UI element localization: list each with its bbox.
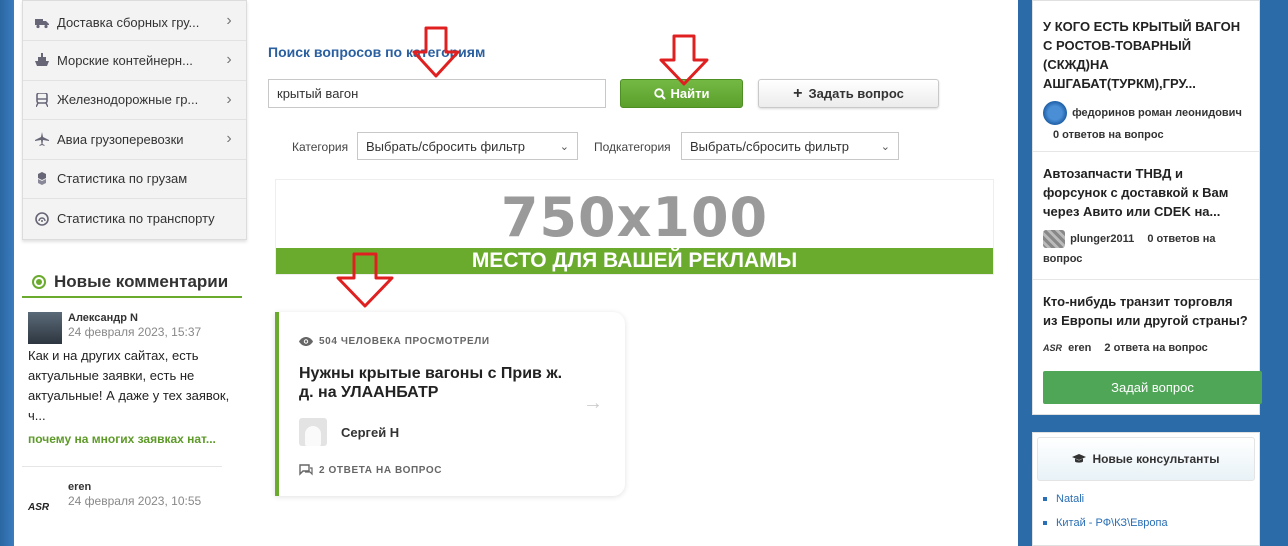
chevron-right-icon: › bbox=[226, 90, 232, 108]
arrow-down-icon bbox=[659, 34, 709, 86]
new-comments-title: Новые комментарии bbox=[54, 272, 229, 291]
list-item[interactable]: Natali bbox=[1043, 487, 1259, 511]
new-consultants-header: Новые консультанты bbox=[1037, 437, 1255, 481]
tachometer-icon bbox=[35, 211, 49, 226]
consultants-list: Natali Китай - РФ\КЗ\Европа bbox=[1033, 481, 1259, 535]
menu-item-label: Морские контейнерн... bbox=[57, 52, 193, 68]
recent-question-meta: plunger2011 0 ответов на вопрос bbox=[1043, 229, 1249, 269]
recent-question-author[interactable]: федоринов роман леонидович bbox=[1072, 107, 1242, 119]
left-sidebar: Доставка сборных гру... › Морские контей… bbox=[14, 0, 254, 546]
recent-question-author[interactable]: plunger2011 bbox=[1070, 233, 1134, 245]
menu-item-sea-containers[interactable]: Морские контейнерн... › bbox=[23, 41, 246, 81]
arrow-down-icon bbox=[336, 252, 394, 308]
recent-question-item[interactable]: Кто-нибудь транзит торговля из Европы ил… bbox=[1033, 280, 1259, 368]
chevron-right-icon: › bbox=[226, 12, 232, 29]
comment-date: 24 февраля 2023, 10:55 bbox=[68, 494, 202, 508]
avatar[interactable]: ASR bbox=[28, 491, 62, 513]
menu-item-label: Статистика по грузам bbox=[57, 171, 188, 187]
recent-question-item[interactable]: Автозапчасти ТНВД и форсунок с доставкой… bbox=[1033, 152, 1259, 280]
menu-item-label: Железнодорожные гр... bbox=[57, 92, 199, 108]
recent-question-title[interactable]: Кто-нибудь транзит торговля из Европы ил… bbox=[1043, 292, 1249, 330]
comment-date: 24 февраля 2023, 15:37 bbox=[68, 325, 202, 339]
recent-questions-widget: У КОГО ЕСТЬ КРЫТЫЙ ВАГОН С РОСТОВ-ТОВАРН… bbox=[1032, 0, 1262, 415]
question-author[interactable]: Сергей Н bbox=[299, 418, 399, 446]
comment-item: ASR eren 24 февраля 2023, 10:55 bbox=[22, 467, 242, 513]
avatar bbox=[1043, 230, 1065, 249]
scrollbar[interactable] bbox=[1274, 0, 1288, 546]
main-content: Поиск вопросов по категориям Найти + Зад… bbox=[254, 0, 1018, 546]
recent-question-answers: 0 ответов на вопрос bbox=[1053, 129, 1164, 141]
eye-icon bbox=[299, 337, 313, 346]
question-answers: 2 ОТВЕТА НА ВОПРОС bbox=[299, 464, 442, 476]
list-item[interactable]: Китай - РФ\КЗ\Европа bbox=[1043, 511, 1259, 535]
radio-dot-icon bbox=[32, 275, 46, 289]
graduation-cap-icon bbox=[1072, 454, 1087, 463]
question-views: 504 ЧЕЛОВЕКА ПРОСМОТРЕЛИ bbox=[299, 336, 490, 347]
ship-icon bbox=[35, 53, 49, 67]
comment-item: Александр N 24 февраля 2023, 15:37 Как и… bbox=[22, 298, 242, 448]
avatar[interactable] bbox=[28, 312, 62, 344]
plane-icon bbox=[35, 132, 49, 147]
chevron-down-icon: ⌄ bbox=[880, 140, 890, 153]
menu-item-label: Статистика по транспорту bbox=[57, 211, 215, 227]
menu-item-consolidated-cargo[interactable]: Доставка сборных гру... › bbox=[23, 1, 246, 41]
category-menu: Доставка сборных гру... › Морские контей… bbox=[22, 0, 247, 240]
new-consultants-title: Новые консультанты bbox=[1092, 452, 1220, 466]
plus-icon: + bbox=[793, 84, 803, 102]
recent-question-author[interactable]: eren bbox=[1068, 342, 1091, 354]
new-comments-header: Новые комментарии bbox=[22, 268, 242, 298]
question-title[interactable]: Нужны крытые вагоны с Прив ж. д. на УЛАА… bbox=[299, 364, 569, 402]
subcategory-label: Подкатегория bbox=[594, 140, 671, 154]
comment-question-link[interactable]: почему на многих заявках нат... bbox=[28, 430, 242, 448]
comment-author[interactable]: Александр N bbox=[68, 312, 201, 324]
search-icon bbox=[653, 87, 666, 100]
recent-question-meta: ASR eren 2 ответа на вопрос bbox=[1043, 338, 1249, 358]
search-input[interactable] bbox=[268, 79, 606, 108]
avatar bbox=[1043, 101, 1067, 125]
ad-banner-size: 750x100 bbox=[500, 186, 769, 249]
right-sidebar: У КОГО ЕСТЬ КРЫТЫЙ ВАГОН С РОСТОВ-ТОВАРН… bbox=[1018, 0, 1274, 546]
chevron-right-icon: › bbox=[226, 51, 232, 69]
category-select[interactable]: Выбрать/сбросить фильтр ⌄ bbox=[357, 132, 578, 160]
menu-item-label: Авиа грузоперевозки bbox=[57, 131, 184, 147]
question-author-name: Сергей Н bbox=[341, 424, 400, 440]
page-background-left bbox=[0, 0, 14, 546]
question-card[interactable]: 504 ЧЕЛОВЕКА ПРОСМОТРЕЛИ Нужны крытые ва… bbox=[275, 312, 625, 496]
avatar: ASR bbox=[1043, 343, 1063, 353]
recent-question-answers: 2 ответа на вопрос bbox=[1104, 342, 1208, 354]
cubes-icon bbox=[35, 172, 49, 186]
arrow-right-icon[interactable]: → bbox=[583, 392, 603, 415]
menu-item-label: Доставка сборных гру... bbox=[57, 15, 200, 30]
subcategory-select-value: Выбрать/сбросить фильтр bbox=[690, 138, 849, 154]
truck-icon bbox=[35, 16, 49, 30]
comment-text: Как и на других сайтах, есть актуальные … bbox=[28, 348, 230, 423]
menu-item-cargo-stats[interactable]: Статистика по грузам bbox=[23, 160, 246, 199]
find-button-label: Найти bbox=[670, 86, 710, 101]
ask-question-button[interactable]: + Задать вопрос bbox=[758, 79, 939, 108]
subcategory-select[interactable]: Выбрать/сбросить фильтр ⌄ bbox=[681, 132, 899, 160]
avatar bbox=[299, 418, 327, 446]
menu-item-transport-stats[interactable]: Статистика по транспорту bbox=[23, 199, 246, 239]
menu-item-air-freight[interactable]: Авиа грузоперевозки › bbox=[23, 120, 246, 160]
recent-question-title[interactable]: Автозапчасти ТНВД и форсунок с доставкой… bbox=[1043, 164, 1249, 221]
comments-icon bbox=[299, 464, 313, 476]
ask-question-label: Задать вопрос bbox=[808, 86, 904, 101]
menu-item-railway[interactable]: Железнодорожные гр... › bbox=[23, 81, 246, 120]
question-answers-text: 2 ОТВЕТА НА ВОПРОС bbox=[319, 464, 443, 476]
train-icon bbox=[35, 92, 49, 107]
comment-author[interactable]: eren bbox=[68, 481, 201, 493]
new-consultants-widget: Новые консультанты Natali Китай - РФ\КЗ\… bbox=[1032, 432, 1260, 546]
recent-question-meta: федоринов роман леонидович 0 ответов на … bbox=[1043, 101, 1249, 145]
category-select-value: Выбрать/сбросить фильтр bbox=[366, 138, 525, 154]
chevron-right-icon: › bbox=[226, 130, 232, 148]
recent-question-title[interactable]: У КОГО ЕСТЬ КРЫТЫЙ ВАГОН С РОСТОВ-ТОВАРН… bbox=[1043, 17, 1249, 93]
chevron-down-icon: ⌄ bbox=[559, 140, 569, 153]
arrow-down-icon bbox=[412, 26, 460, 78]
new-comments-widget: Новые комментарии Александр N 24 февраля… bbox=[22, 268, 242, 513]
ask-question-sidebar-button[interactable]: Задай вопрос bbox=[1043, 371, 1262, 404]
recent-question-item[interactable]: У КОГО ЕСТЬ КРЫТЫЙ ВАГОН С РОСТОВ-ТОВАРН… bbox=[1033, 1, 1259, 152]
question-views-text: 504 ЧЕЛОВЕКА ПРОСМОТРЕЛИ bbox=[319, 336, 490, 347]
category-label: Категория bbox=[292, 140, 349, 154]
